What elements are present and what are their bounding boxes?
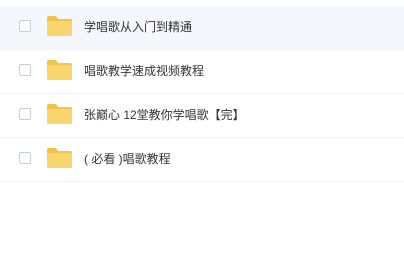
checkbox[interactable]	[19, 64, 31, 76]
folder-icon	[45, 14, 74, 38]
file-row[interactable]: 张巅心 12堂教你学唱歌【完】	[0, 94, 404, 138]
file-row[interactable]: ( 必看 )唱歌教程	[0, 138, 404, 182]
file-row[interactable]: 唱歌教学速成视频教程	[0, 50, 404, 94]
folder-icon	[45, 146, 74, 170]
file-list: 学唱歌从入门到精通 唱歌教学速成视频教程 张巅心 12堂教你学唱歌【完】 (必…	[0, 0, 404, 280]
checkbox[interactable]	[19, 152, 31, 164]
file-name[interactable]: 学唱歌从入门到精通	[84, 18, 192, 36]
file-name[interactable]: 张巅心 12堂教你学唱歌【完】	[84, 106, 245, 124]
file-row[interactable]: 学唱歌从入门到精通	[0, 6, 404, 50]
checkbox[interactable]	[19, 20, 31, 32]
folder-icon	[45, 102, 74, 126]
file-name[interactable]: ( 必看 )唱歌教程	[84, 150, 171, 168]
file-name[interactable]: 唱歌教学速成视频教程	[84, 62, 204, 80]
folder-icon	[45, 58, 74, 82]
checkbox[interactable]	[19, 108, 31, 120]
